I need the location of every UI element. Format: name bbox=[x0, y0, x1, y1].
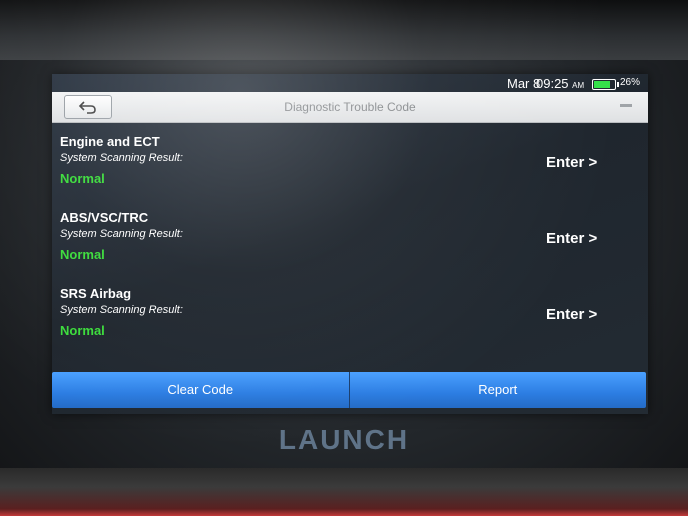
system-item-abs: ABS/VSC/TRC System Scanning Result: Norm… bbox=[60, 210, 620, 280]
system-result: Normal bbox=[60, 323, 105, 338]
clear-code-button[interactable]: Clear Code bbox=[52, 372, 349, 408]
title-bar: Diagnostic Trouble Code bbox=[52, 92, 648, 123]
system-result: Normal bbox=[60, 247, 105, 262]
status-ampm: AM bbox=[572, 81, 585, 90]
system-name: SRS Airbag bbox=[60, 286, 132, 301]
battery-fill bbox=[594, 81, 610, 88]
page-title: Diagnostic Trouble Code bbox=[284, 100, 416, 114]
enter-button-abs[interactable]: Enter > bbox=[546, 230, 597, 247]
system-item-srs: SRS Airbag System Scanning Result: Norma… bbox=[60, 286, 620, 356]
status-time-value: 09:25 bbox=[536, 76, 569, 91]
status-bar: Mar 8 09:25 AM 26% bbox=[52, 74, 648, 92]
device-bezel-bottom bbox=[0, 468, 688, 516]
enter-button-engine[interactable]: Enter > bbox=[546, 154, 597, 171]
menu-icon[interactable] bbox=[620, 104, 632, 107]
system-subtitle: System Scanning Result: bbox=[60, 304, 183, 316]
brand-logo: LAUNCH bbox=[278, 424, 410, 455]
system-subtitle: System Scanning Result: bbox=[60, 228, 183, 240]
system-item-engine: Engine and ECT System Scanning Result: N… bbox=[60, 134, 620, 204]
tablet-screen: Mar 8 09:25 AM 26% Diagnostic Trouble Co… bbox=[52, 74, 648, 414]
system-name: Engine and ECT bbox=[60, 134, 160, 149]
report-button[interactable]: Report bbox=[349, 372, 646, 408]
system-subtitle: System Scanning Result: bbox=[60, 152, 183, 164]
status-time: 09:25 AM bbox=[536, 76, 584, 91]
system-name: ABS/VSC/TRC bbox=[60, 210, 149, 225]
battery-icon bbox=[592, 79, 619, 90]
device-bezel-top bbox=[0, 0, 688, 60]
device-photo: Mar 8 09:25 AM 26% Diagnostic Trouble Co… bbox=[0, 0, 688, 516]
action-bar: Clear Code Report bbox=[52, 372, 646, 410]
system-result: Normal bbox=[60, 171, 105, 186]
battery-percent: 26% bbox=[620, 77, 641, 88]
enter-button-srs[interactable]: Enter > bbox=[546, 306, 597, 323]
